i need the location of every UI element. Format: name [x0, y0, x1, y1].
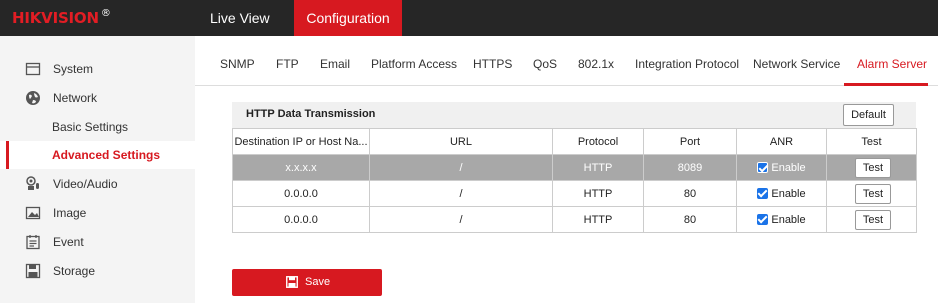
tab-qos[interactable]: QoS — [533, 36, 557, 86]
column-header-destination: Destination IP or Host Na... — [232, 128, 370, 155]
test-cell: Test — [826, 206, 917, 233]
column-header-protocol: Protocol — [552, 128, 644, 155]
system-icon — [25, 62, 41, 76]
image-icon — [25, 206, 41, 220]
protocol-cell: HTTP — [552, 180, 644, 207]
destination-cell: 0.0.0.0 — [232, 180, 370, 207]
tab-8021x[interactable]: 802.1x — [578, 36, 614, 86]
anr-cell: Enable — [736, 206, 827, 233]
event-icon — [26, 235, 40, 250]
anr-label: Enable — [771, 187, 806, 200]
tab-alarm-server[interactable]: Alarm Server — [857, 36, 927, 86]
destination-cell: 0.0.0.0 — [232, 206, 370, 233]
save-button[interactable]: Save — [232, 269, 382, 296]
protocol-cell: HTTP — [552, 206, 644, 233]
anr-checkbox[interactable] — [757, 161, 769, 173]
url-cell: / — [369, 180, 553, 207]
hikvision-logo: HIKVISION ® — [12, 8, 111, 27]
tab-network-service[interactable]: Network Service — [753, 36, 840, 86]
sidebar: System Network Basic Settings Advanced S… — [0, 36, 195, 303]
sidebar-item-label: Event — [53, 235, 84, 249]
top-bar: HIKVISION ® Live View Configuration — [0, 0, 938, 36]
tab-snmp[interactable]: SNMP — [220, 36, 255, 86]
tab-integration-protocol[interactable]: Integration Protocol — [635, 36, 739, 86]
tab-ftp[interactable]: FTP — [276, 36, 299, 86]
anr-label: Enable — [771, 161, 806, 174]
nav-live-view[interactable]: Live View — [210, 0, 270, 36]
tab-platform-access[interactable]: Platform Access — [371, 36, 457, 86]
test-button[interactable]: Test — [855, 158, 891, 178]
storage-icon — [25, 263, 41, 279]
video-audio-icon — [26, 176, 39, 190]
test-button[interactable]: Test — [855, 210, 891, 230]
column-header-url: URL — [369, 128, 553, 155]
save-icon — [286, 276, 298, 288]
column-header-anr: ANR — [736, 128, 827, 155]
tab-email[interactable]: Email — [320, 36, 350, 86]
anr-label: Enable — [771, 213, 806, 226]
column-header-port: Port — [643, 128, 737, 155]
sidebar-item-advanced-settings[interactable]: Advanced Settings — [0, 141, 195, 169]
test-button[interactable]: Test — [855, 184, 891, 204]
sidebar-item-basic-settings[interactable]: Basic Settings — [0, 113, 195, 141]
anr-checkbox[interactable] — [757, 213, 769, 225]
table-header-row: Destination IP or Host Na... URL Protoco… — [232, 128, 917, 155]
table-row[interactable]: 0.0.0.0 / HTTP 80 Enable Test — [232, 180, 917, 207]
protocol-cell: HTTP — [552, 154, 644, 181]
anr-cell: Enable — [736, 180, 827, 207]
destination-cell: x.x.x.x — [232, 154, 370, 181]
sidebar-item-system[interactable]: System — [0, 55, 195, 83]
section-header: HTTP Data Transmission Default — [232, 102, 916, 128]
table-row[interactable]: x.x.x.x / HTTP 8089 Enable Test — [232, 154, 917, 181]
save-label: Save — [305, 276, 331, 288]
sidebar-item-network[interactable]: Network — [0, 84, 195, 112]
sidebar-item-event[interactable]: Event — [0, 228, 195, 256]
anr-checkbox[interactable] — [757, 187, 769, 199]
sidebar-item-label: Video/Audio — [53, 177, 118, 191]
sidebar-item-image[interactable]: Image — [0, 199, 195, 227]
table-row[interactable]: 0.0.0.0 / HTTP 80 Enable Test — [232, 206, 917, 233]
sidebar-item-label: System — [53, 62, 94, 76]
test-cell: Test — [826, 180, 917, 207]
section-title: HTTP Data Transmission — [246, 108, 376, 120]
column-header-test: Test — [826, 128, 917, 155]
sidebar-item-storage[interactable]: Storage — [0, 257, 195, 285]
network-icon — [26, 91, 40, 105]
nav-configuration[interactable]: Configuration — [294, 0, 402, 36]
alarm-server-table: Destination IP or Host Na... URL Protoco… — [232, 128, 917, 233]
settings-tabs: SNMP FTP Email Platform Access HTTPS QoS… — [195, 36, 938, 86]
default-button[interactable]: Default — [843, 104, 894, 126]
sidebar-item-label: Storage — [53, 264, 96, 278]
sidebar-item-label: Image — [53, 206, 87, 220]
sidebar-item-label: Basic Settings — [52, 120, 129, 134]
tab-https[interactable]: HTTPS — [473, 36, 512, 86]
port-cell: 80 — [643, 180, 737, 207]
active-tab-indicator — [844, 83, 928, 86]
sidebar-item-video-audio[interactable]: Video/Audio — [0, 170, 195, 198]
port-cell: 80 — [643, 206, 737, 233]
sidebar-item-label: Advanced Settings — [52, 148, 161, 162]
sidebar-item-label: Network — [53, 91, 98, 105]
anr-cell: Enable — [736, 154, 827, 181]
url-cell: / — [369, 206, 553, 233]
test-cell: Test — [826, 154, 917, 181]
url-cell: / — [369, 154, 553, 181]
port-cell: 8089 — [643, 154, 737, 181]
